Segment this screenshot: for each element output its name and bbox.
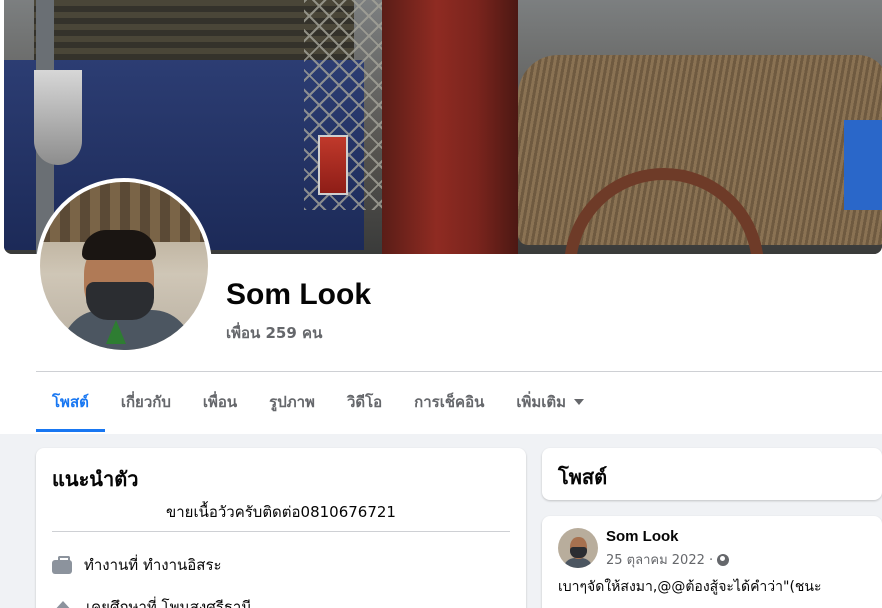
tab-posts[interactable]: โพสต์ — [36, 372, 105, 432]
briefcase-icon — [52, 556, 72, 574]
avatar-hair — [82, 230, 156, 260]
tab-more[interactable]: เพิ่มเติม — [500, 372, 600, 432]
post-author-name[interactable]: Som Look — [606, 528, 679, 545]
post-date[interactable]: 25 ตุลาคม 2022 · — [606, 549, 713, 570]
tab-label: การเช็คอิน — [414, 393, 485, 411]
avatar-mask — [86, 282, 154, 320]
tab-about[interactable]: เกี่ยวกับ — [105, 372, 187, 432]
globe-icon — [717, 553, 730, 566]
profile-tabs: โพสต์ เกี่ยวกับ เพื่อน รูปภาพ วิดีโอ การ… — [36, 372, 600, 432]
tab-videos[interactable]: วิดีโอ — [331, 372, 398, 432]
work-text[interactable]: ทำงานที่ ทำงานอิสระ — [84, 553, 222, 577]
intro-card: แนะนำตัว ขายเนื้อวัวครับติดต่อ0810676721… — [36, 448, 526, 608]
cover-blue-object — [844, 120, 882, 210]
cover-red-pole — [382, 0, 518, 254]
education-row: เคยศึกษาที่ โพนสูงศรีธานี — [52, 595, 252, 608]
tab-label: เกี่ยวกับ — [120, 393, 171, 411]
post-meta: 25 ตุลาคม 2022 · — [606, 549, 730, 570]
intro-bio: ขายเนื้อวัวครับติดต่อ0810676721 — [166, 503, 396, 521]
post-card: Som Look 25 ตุลาคม 2022 · เบาๆจัดให้สงมา… — [542, 516, 882, 608]
cover-lantern — [34, 70, 82, 165]
posts-title: โพสต์ — [558, 465, 608, 489]
profile-photo — [40, 182, 208, 350]
post-author-avatar[interactable] — [558, 528, 598, 568]
friends-count[interactable]: เพื่อน 259 คน — [226, 321, 322, 345]
work-row: ทำงานที่ ทำงานอิสระ — [52, 553, 222, 577]
intro-title: แนะนำตัว — [52, 467, 139, 491]
post-text: เบาๆจัดให้สงมา,@@ต้องสู้จะได้คำว่า"(ชนะ — [558, 579, 822, 595]
intro-divider — [52, 531, 510, 532]
graduation-cap-icon — [52, 601, 74, 608]
avatar-tree-logo — [106, 320, 126, 344]
tab-label: โพสต์ — [52, 393, 89, 411]
tab-label: รูปภาพ — [269, 393, 315, 411]
tab-checkins[interactable]: การเช็คอิน — [398, 372, 500, 432]
cover-tail-lamp — [318, 135, 348, 195]
avatar-body — [563, 558, 593, 568]
tab-friends[interactable]: เพื่อน — [187, 372, 253, 432]
tab-label: เพื่อน — [202, 393, 238, 411]
caret-down-icon — [574, 399, 585, 405]
avatar-mask — [570, 547, 587, 558]
profile-avatar[interactable] — [36, 178, 212, 354]
tab-label: วิดีโอ — [346, 393, 383, 411]
tab-photos[interactable]: รูปภาพ — [253, 372, 331, 432]
profile-name: Som Look — [226, 278, 372, 311]
education-text[interactable]: เคยศึกษาที่ โพนสูงศรีธานี — [86, 595, 252, 608]
posts-header-card: โพสต์ — [542, 448, 882, 500]
tab-label: เพิ่มเติม — [516, 393, 567, 411]
